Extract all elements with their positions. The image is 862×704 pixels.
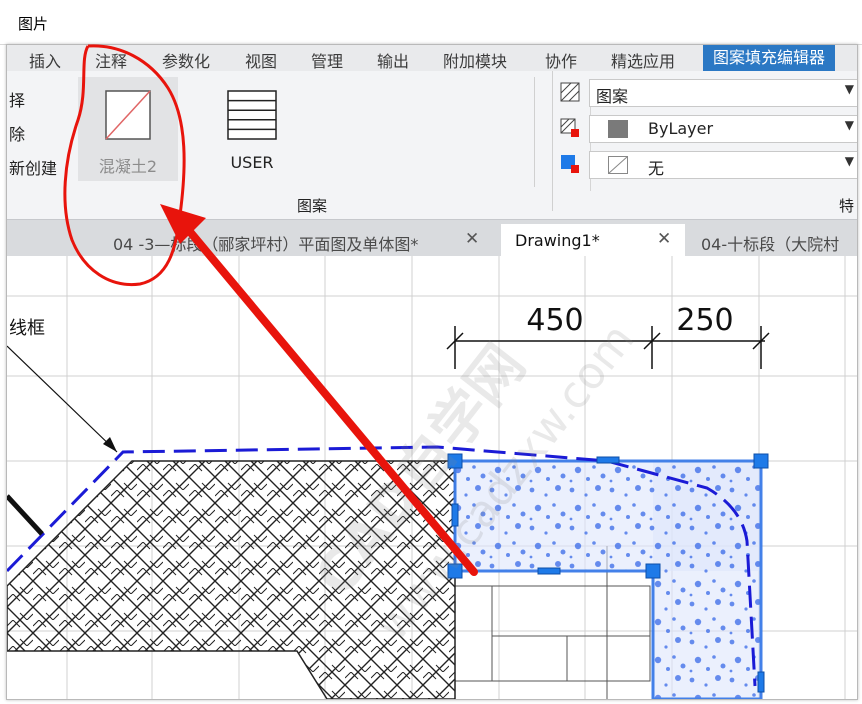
ribbon-tab-manage[interactable]: 管理: [311, 48, 343, 72]
document-tab-label: Drawing1*: [515, 231, 600, 250]
ribbon-tab-parametric[interactable]: 参数化: [162, 48, 210, 72]
chevron-down-icon: ▼: [844, 82, 854, 96]
pattern-panel-label: 图案: [297, 197, 328, 215]
pattern-swatch-label: USER: [230, 153, 274, 172]
hatch-type-icon: [560, 82, 580, 102]
recreate-command[interactable]: 新创建: [9, 155, 57, 179]
properties-panel-label: 特: [839, 197, 855, 215]
thick-polyline: [7, 494, 44, 536]
pattern-type-value: 图案: [596, 87, 629, 106]
pattern-gallery: 混凝土2 USER ▲ ▼ ▾: [70, 77, 613, 191]
ribbon-tab-insert[interactable]: 插入: [29, 48, 61, 72]
pattern-color-select[interactable]: ByLayer ▼: [589, 115, 857, 143]
window-title: 图片: [18, 15, 49, 33]
panel-divider: [552, 71, 553, 211]
leader-line: [7, 345, 118, 453]
drawing-canvas[interactable]: 450 250 线框 CAD自学网 www.cadzxw.com: [7, 256, 857, 699]
leader-text: 线框: [9, 318, 45, 339]
pattern-swatch-concrete2[interactable]: 混凝土2: [78, 77, 178, 181]
remove-command[interactable]: 除: [9, 121, 25, 145]
ribbon-panel: 择 除 新创建 混凝土2 USER 图案 特 图案 ▼ ByLayer ▼ 无 …: [7, 71, 857, 220]
background-color-value: 无: [648, 159, 665, 178]
color-swatch: [608, 120, 628, 138]
document-tab-label: 04-十标段（大院村: [701, 235, 840, 254]
watermark: CAD自学网 www.cadzxw.com: [303, 314, 645, 650]
no-color-icon: [608, 156, 628, 174]
dimension-label: 250: [676, 303, 733, 338]
ribbon-tab-hatch-editor[interactable]: 图案填充编辑器: [703, 45, 836, 71]
ribbon-tab-addins[interactable]: 附加模块: [443, 48, 507, 72]
close-icon[interactable]: ✕: [465, 229, 479, 249]
drawing-svg: 450 250 线框 CAD自学网 www.cadzxw.com: [7, 256, 857, 699]
leader-arrowhead: [103, 437, 117, 452]
chevron-down-icon: ▼: [844, 154, 854, 168]
document-tab-section10[interactable]: 04-十标段（大院村: [689, 224, 857, 256]
ribbon-tab-collaborate[interactable]: 协作: [545, 48, 577, 72]
pattern-type-select[interactable]: 图案 ▼: [589, 79, 857, 107]
ribbon-tab-annotate[interactable]: 注释: [95, 48, 127, 72]
background-color-row: 无 ▼: [555, 150, 857, 179]
pattern-type-row: 图案 ▼: [555, 78, 857, 107]
document-tab-bar: 04 -3—标段（郦家坪村）平面图及单体图* ✕ Drawing1* ✕ 04-…: [7, 220, 857, 256]
pattern-color-value: ByLayer: [648, 119, 714, 138]
document-tab-survey[interactable]: 04 -3—标段（郦家坪村）平面图及单体图* ✕: [103, 224, 493, 256]
document-tab-drawing1[interactable]: Drawing1* ✕: [501, 224, 685, 256]
document-tab-label: 04 -3—标段（郦家坪村）平面图及单体图*: [113, 235, 419, 254]
chevron-down-icon: ▼: [844, 118, 854, 132]
pattern-color-row: ByLayer ▼: [555, 114, 857, 143]
window-titlebar: 图片: [0, 0, 862, 45]
ribbon-tab-bar: 插入 注释 参数化 视图 管理 输出 附加模块 协作 精选应用 图案填充编辑器: [7, 45, 857, 71]
ribbon-tab-output[interactable]: 输出: [377, 48, 409, 72]
ribbon-tab-view[interactable]: 视图: [245, 48, 277, 72]
select-command[interactable]: 择: [9, 87, 25, 111]
ribbon-tab-featured-apps[interactable]: 精选应用: [611, 48, 675, 72]
pattern-swatch-label: 混凝土2: [98, 157, 158, 176]
pattern-swatch-user[interactable]: USER: [202, 77, 302, 181]
close-icon[interactable]: ✕: [657, 229, 671, 249]
app-frame: 插入 注释 参数化 视图 管理 输出 附加模块 协作 精选应用 图案填充编辑器 …: [6, 44, 858, 700]
background-color-select[interactable]: 无 ▼: [589, 151, 857, 179]
dimension-label: 450: [526, 303, 583, 338]
hatch-color-icon: [560, 118, 579, 137]
background-color-icon: [561, 155, 579, 173]
